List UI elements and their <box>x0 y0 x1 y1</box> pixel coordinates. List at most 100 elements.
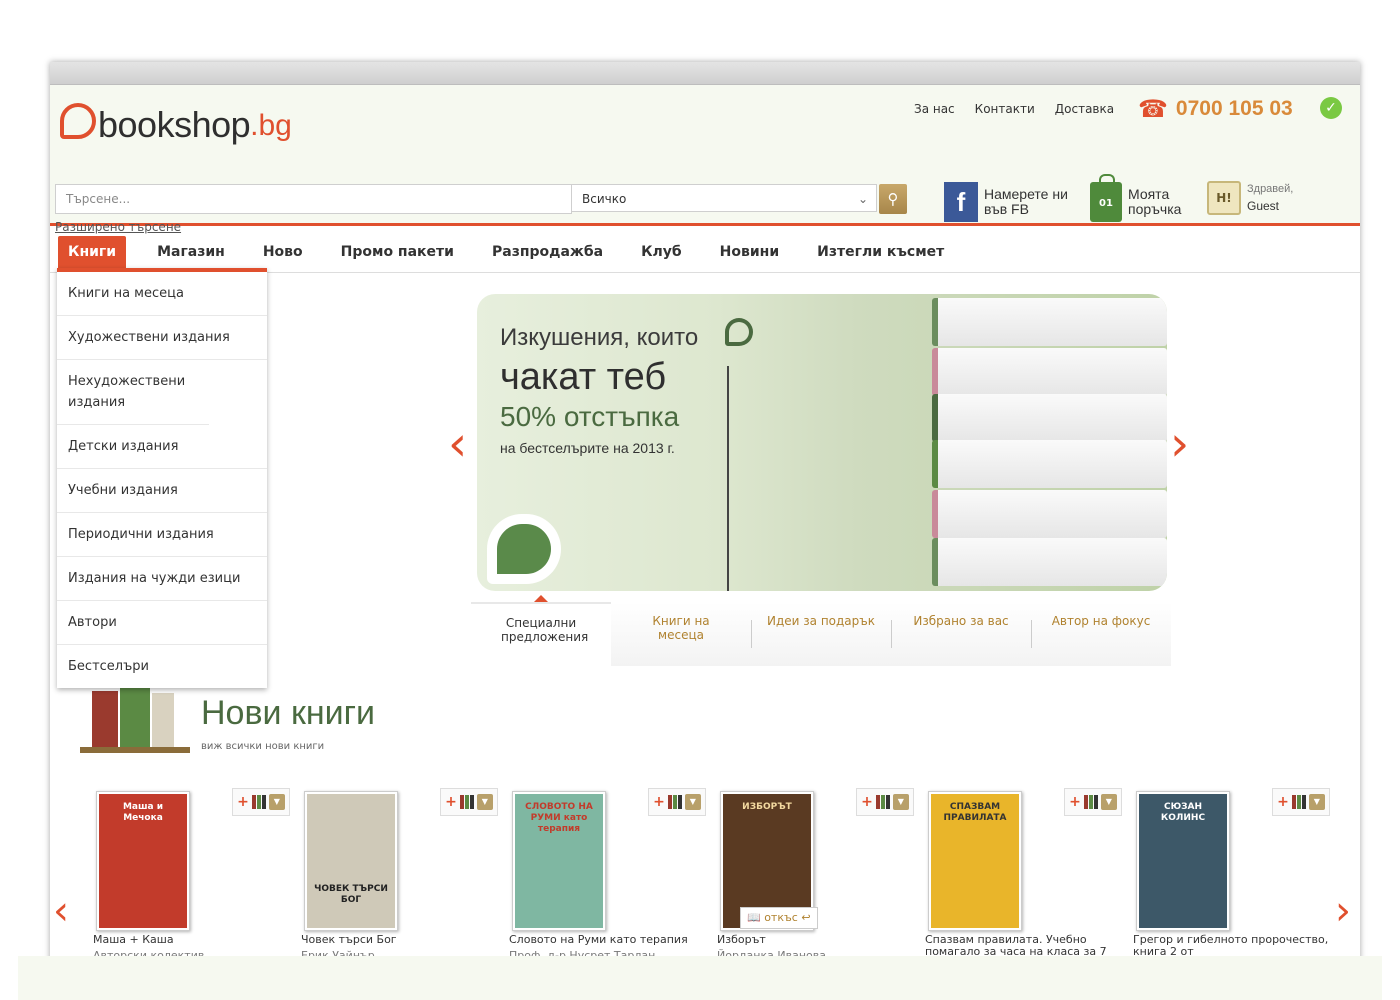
product-card: СПАЗВАМ ПРАВИЛАТА + ▼ Спазвам правилата. … <box>925 787 1128 967</box>
nav-new[interactable]: Ново <box>244 236 322 268</box>
add-icon: + <box>653 794 665 810</box>
banner-divider <box>727 366 729 591</box>
chevron-down-icon: ▼ <box>684 794 701 810</box>
banner-line-1: Изкушения, които <box>500 324 699 351</box>
product-cover[interactable]: СПАЗВАМ ПРАВИЛАТА <box>928 791 1022 931</box>
product-card: СЮЗАН КОЛИНС + ▼ Грегор и гибелното проро… <box>1133 787 1336 967</box>
search-input[interactable]: Търсене... <box>55 184 572 214</box>
product-cover[interactable]: СЛОВОТО НА РУМИ като терапия <box>512 791 606 931</box>
my-order-label: Моята поръчка <box>1128 186 1182 217</box>
search-button[interactable]: ⚲ <box>879 184 907 214</box>
search-category-select[interactable]: Всичко ⌄ <box>572 184 877 212</box>
add-icon: + <box>1069 794 1081 810</box>
dropdown-item[interactable]: Художествени издания <box>57 316 267 360</box>
tab-label: Книги на месеца <box>652 614 710 642</box>
nav-sale[interactable]: Разпродажба <box>473 236 622 268</box>
dropdown-item[interactable]: Детски издания <box>57 425 267 469</box>
add-icon: + <box>1277 794 1289 810</box>
carousel-prev-arrow[interactable]: ‹ <box>53 887 69 935</box>
shopping-bag-icon: 01 <box>1090 174 1122 222</box>
search-category-value: Всичко <box>582 192 627 206</box>
link-about[interactable]: За нас <box>914 102 955 116</box>
greeting-text: Здравей, <box>1247 183 1294 195</box>
link-delivery[interactable]: Доставка <box>1055 102 1114 116</box>
secure-check-icon: ✓ <box>1320 97 1342 119</box>
tab-chosen-for-you[interactable]: Избрано за вас <box>891 602 1031 666</box>
footer-bar <box>18 956 1382 1000</box>
product-card: СЛОВОТО НА РУМИ като терапия + ▼ Словото … <box>509 787 712 967</box>
site-header: bookshop .bg За нас Контакти Доставка ☎ … <box>50 85 1360 234</box>
new-books-carousel: Маша и Мечока +▼ Маша + Каша Авторски ко… <box>50 787 1360 967</box>
tab-special-offers[interactable]: Специални предложения <box>471 595 611 666</box>
nav-news[interactable]: Новини <box>701 236 799 268</box>
add-icon: + <box>861 794 873 810</box>
logo-b-icon <box>60 103 96 139</box>
link-contacts[interactable]: Контакти <box>975 102 1035 116</box>
user-name: Guest <box>1247 199 1280 213</box>
dropdown-item[interactable]: Автори <box>57 601 267 645</box>
nav-luck[interactable]: Изтегли късмет <box>798 236 963 268</box>
carousel-next-arrow[interactable]: › <box>1335 887 1351 935</box>
main-nav: Книги Магазин Ново Промо пакети Разпрода… <box>50 232 1360 274</box>
product-tools[interactable]: + ▼ <box>232 788 290 816</box>
logo-tld: .bg <box>250 109 292 142</box>
product-tools[interactable]: + ▼ <box>1064 788 1122 816</box>
product-card: ЧОВЕК ТЪРСИ БОГ +▼ Човек търси Бог Ерик … <box>301 787 504 967</box>
product-tools[interactable]: + ▼ <box>856 788 914 816</box>
dropdown-item[interactable]: Периодични издания <box>57 513 267 557</box>
shelf-icon <box>667 795 682 809</box>
shelf-icon <box>251 795 266 809</box>
product-card: ИЗБОРЪТ 📖 откъс ↩ +▼ Изборът Йорданка Ив… <box>717 787 920 967</box>
promo-banner[interactable]: Изкушения, които чакат теб 50% отстъпка … <box>477 294 1167 591</box>
product-title[interactable]: Човек търси Бог <box>301 934 501 946</box>
product-title[interactable]: Маша + Каша <box>93 934 293 946</box>
book-open-icon: 📖 <box>747 911 761 924</box>
product-title[interactable]: Словото на Руми като терапия <box>509 934 709 946</box>
shelf-icon <box>1291 795 1306 809</box>
my-order-box[interactable]: 01 Моята поръчка <box>1090 174 1188 222</box>
product-cover[interactable]: Маша и Мечока <box>96 791 190 931</box>
facebook-text: Намерете ни във FB <box>984 186 1068 217</box>
banner-next-arrow[interactable]: › <box>1170 420 1189 468</box>
site-logo[interactable]: bookshop .bg <box>60 97 292 145</box>
nav-books[interactable]: Книги <box>58 236 127 274</box>
phone-number: 0700 105 03 <box>1175 97 1293 120</box>
add-icon: + <box>237 794 249 810</box>
chevron-down-icon: ▼ <box>1308 794 1325 810</box>
banner-line-3: 50% отстъпка <box>500 401 680 432</box>
nav-club[interactable]: Клуб <box>622 236 701 268</box>
product-cover[interactable]: СЮЗАН КОЛИНС <box>1136 791 1230 931</box>
books-dropdown-menu: Книги на месеца Художествени издания Нех… <box>57 268 267 688</box>
tab-gift-ideas[interactable]: Идеи за подарък <box>751 602 891 666</box>
excerpt-label: откъс <box>764 911 798 924</box>
search-bar: Търсене... Всичко ⌄ ⚲ <box>55 184 908 214</box>
search-icon: ⚲ <box>887 190 899 208</box>
product-title[interactable]: Изборът <box>717 934 917 946</box>
browser-page: bookshop .bg За нас Контакти Доставка ☎ … <box>50 62 1360 1000</box>
books-stack-image <box>932 294 1167 591</box>
order-count: 01 <box>1099 198 1113 209</box>
dropdown-item[interactable]: Учебни издания <box>57 469 267 513</box>
banner-prev-arrow[interactable]: ‹ <box>448 420 467 468</box>
user-avatar: H! <box>1207 181 1241 215</box>
product-tools[interactable]: + ▼ <box>440 788 498 816</box>
product-cover[interactable]: ЧОВЕК ТЪРСИ БОГ <box>304 791 398 931</box>
dropdown-item[interactable]: Издания на чужди езици <box>57 557 267 601</box>
product-tools[interactable]: + ▼ <box>1272 788 1330 816</box>
banner-line-2: чакат теб <box>500 356 667 398</box>
tab-author-focus[interactable]: Автор на фокус <box>1031 602 1171 666</box>
dropdown-item[interactable]: Книги на месеца <box>57 272 267 316</box>
nav-promo[interactable]: Промо пакети <box>322 236 473 268</box>
excerpt-button[interactable]: 📖 откъс ↩ <box>740 907 818 929</box>
facebook-icon: f <box>944 182 978 222</box>
see-all-new-books-link[interactable]: виж всички нови книги <box>201 741 324 752</box>
facebook-box[interactable]: f Намерете ни във FB <box>944 182 1080 222</box>
nav-shop[interactable]: Магазин <box>138 236 244 268</box>
dropdown-item[interactable]: Бестселъри <box>57 645 267 688</box>
user-box[interactable]: H! Здравей, Guest <box>1207 181 1293 215</box>
logo-name: bookshop <box>98 104 251 145</box>
tab-books-of-month[interactable]: Книги на месеца <box>611 602 751 666</box>
dropdown-item[interactable]: Нехудожествени издания <box>57 360 209 425</box>
product-tools[interactable]: + ▼ <box>648 788 706 816</box>
bookshelf-icon <box>80 685 190 753</box>
